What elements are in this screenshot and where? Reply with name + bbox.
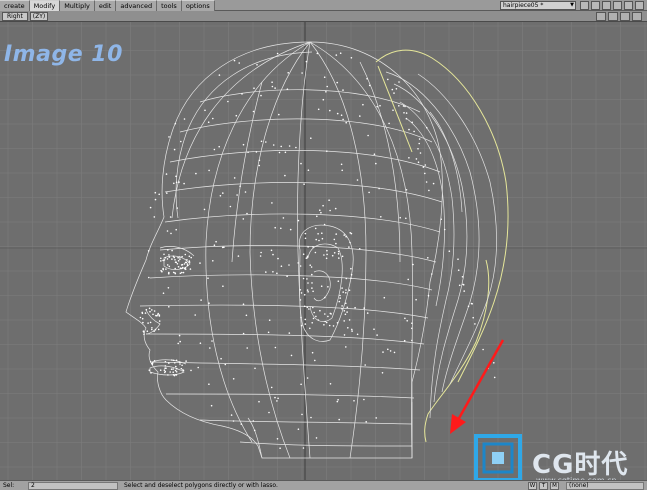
selection-label: Sel:: [3, 482, 15, 489]
viewport-canvas[interactable]: [0, 22, 647, 480]
tab-options[interactable]: options: [181, 0, 215, 11]
hair-spline[interactable]: [375, 49, 509, 443]
image-caption: Image 10: [4, 42, 123, 67]
tab-tools[interactable]: tools: [157, 0, 182, 11]
head-wireframe[interactable]: [125, 41, 443, 459]
mode-button-m[interactable]: M: [550, 482, 559, 490]
minimize-button[interactable]: [580, 1, 589, 10]
tab-advanced[interactable]: advanced: [116, 0, 158, 11]
zoom-icon[interactable]: [620, 12, 630, 21]
settings-button[interactable]: [613, 1, 622, 10]
rotate-icon[interactable]: [608, 12, 618, 21]
modeling-viewport[interactable]: Image 10: [0, 22, 647, 480]
tab-edit[interactable]: edit: [94, 0, 117, 11]
maximize-viewport-icon[interactable]: [632, 12, 642, 21]
viewport-icons: [596, 12, 642, 21]
scene-select-value: hairpiece05 *: [503, 2, 544, 9]
view-label: Right: [7, 13, 23, 20]
axis-label: (ZY): [32, 13, 46, 20]
axis-indicator: (ZY): [30, 12, 48, 21]
status-hint: Select and deselect polygons directly or…: [124, 482, 278, 489]
chevron-down-icon: ▼: [570, 2, 574, 8]
status-bar: Sel: 2 Select and deselect polygons dire…: [0, 480, 647, 490]
close-button[interactable]: [624, 1, 633, 10]
window-buttons: [580, 1, 644, 10]
pan-icon[interactable]: [596, 12, 606, 21]
surface-select[interactable]: (none): [566, 482, 644, 490]
maximize-button[interactable]: [591, 1, 600, 10]
menu-bar: create Modify Multiply edit advanced tools opt…: [0, 0, 647, 11]
viewport-header: Right (ZY): [0, 11, 647, 22]
mode-button-t[interactable]: T: [539, 482, 548, 490]
help-button[interactable]: [635, 1, 644, 10]
red-arrow: [450, 339, 505, 434]
tab-create[interactable]: create: [0, 0, 30, 11]
scene-select[interactable]: hairpiece05 * ▼: [500, 1, 576, 10]
vertex-points: [139, 52, 496, 450]
tab-multiply[interactable]: Multiply: [60, 0, 95, 11]
view-select[interactable]: Right: [2, 12, 28, 21]
menu-tabs: create Modify Multiply edit advanced tools opt…: [0, 0, 215, 11]
selection-count: 2: [28, 482, 118, 490]
layout-button[interactable]: [602, 1, 611, 10]
tab-modify[interactable]: Modify: [29, 0, 61, 11]
mode-button-w[interactable]: W: [528, 482, 537, 490]
